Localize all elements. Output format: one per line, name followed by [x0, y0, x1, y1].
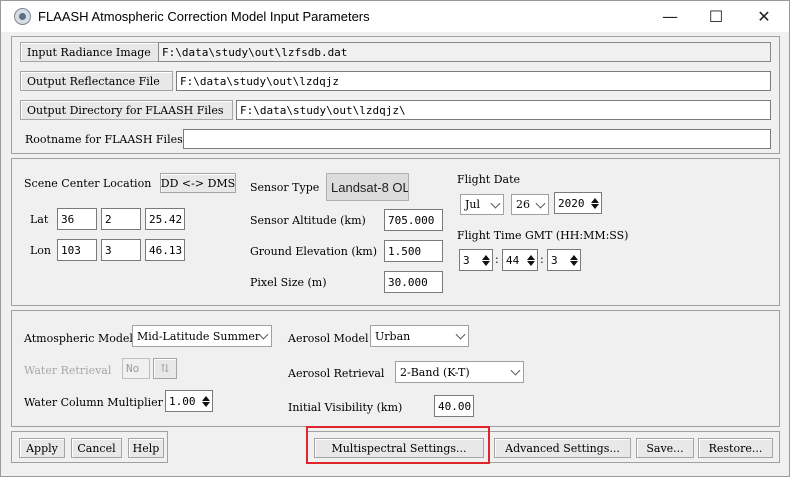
flight-year-value: 2020: [558, 196, 585, 210]
primary-actions-bar: Apply Cancel Help: [11, 431, 168, 463]
settings-actions-bar: Multispectral Settings... Advanced Setti…: [306, 426, 780, 464]
minimize-button[interactable]: —: [647, 1, 693, 32]
lat-minutes-field[interactable]: 2: [101, 208, 141, 230]
pixel-size-label: Pixel Size (m): [250, 276, 327, 289]
water-column-value: 1.00: [169, 394, 196, 408]
flight-year-stepper[interactable]: 2020: [554, 192, 602, 214]
ground-elevation-label: Ground Elevation (km): [250, 245, 378, 258]
aerosol-model-label: Aerosol Model: [288, 332, 369, 345]
flaash-dialog: FLAASH Atmospheric Correction Model Inpu…: [0, 0, 790, 477]
time-separator: :: [540, 253, 544, 266]
pixel-size-field[interactable]: 30.000: [384, 271, 443, 293]
water-column-label: Water Column Multiplier: [24, 396, 163, 409]
restore-button[interactable]: Restore...: [698, 438, 773, 458]
chevron-down-icon: [510, 365, 521, 376]
flight-month-value: Jul: [465, 198, 481, 211]
atmospheric-model-value: Mid-Latitude Summer: [137, 329, 261, 343]
help-button[interactable]: Help: [128, 438, 164, 458]
file-panel: Input Radiance Image F:\data\study\out\l…: [11, 36, 780, 154]
flight-month-select[interactable]: Jul: [460, 194, 504, 215]
lat-seconds-field[interactable]: 25.42: [145, 208, 185, 230]
atmospheric-model-select[interactable]: Mid-Latitude Summer: [132, 325, 272, 347]
flight-day-value: 26: [516, 198, 530, 211]
flight-minute-value: 44: [506, 253, 520, 267]
output-directory-field[interactable]: F:\data\study\out\lzdqjz\: [236, 100, 771, 120]
cancel-button[interactable]: Cancel: [71, 438, 122, 458]
chevron-down-icon: [455, 329, 466, 340]
flight-date-label: Flight Date: [457, 173, 521, 186]
flight-hour-value: 3: [463, 253, 470, 267]
chevron-down-icon: [490, 198, 501, 209]
time-separator: :: [495, 253, 499, 266]
multispectral-settings-button[interactable]: Multispectral Settings...: [314, 438, 484, 458]
save-button[interactable]: Save...: [636, 438, 694, 458]
aerosol-retrieval-select[interactable]: 2-Band (K-T): [395, 361, 524, 383]
output-reflectance-field[interactable]: F:\data\study\out\lzdqjz: [176, 71, 771, 91]
sensor-altitude-field[interactable]: 705.000: [384, 209, 443, 231]
spin-arrows-icon[interactable]: [568, 251, 579, 269]
chevron-down-icon: [535, 198, 546, 209]
lon-seconds-field[interactable]: 46.13: [145, 239, 185, 261]
input-radiance-button[interactable]: Input Radiance Image: [20, 42, 165, 62]
apply-button[interactable]: Apply: [19, 438, 65, 458]
input-radiance-field[interactable]: F:\data\study\out\lzfsdb.dat: [158, 42, 771, 62]
water-retrieval-label: Water Retrieval: [24, 364, 112, 377]
output-reflectance-button[interactable]: Output Reflectance File: [20, 71, 173, 91]
atmospheric-model-label: Atmospheric Model: [24, 332, 133, 345]
aerosol-retrieval-value: 2-Band (K-T): [400, 365, 470, 379]
spin-arrows-icon[interactable]: [480, 251, 491, 269]
flight-time-label: Flight Time GMT (HH:MM:SS): [457, 229, 629, 242]
title-bar: FLAASH Atmospheric Correction Model Inpu…: [1, 1, 789, 32]
toggle-arrows-icon: ⇅: [153, 358, 177, 379]
atmosphere-panel: Atmospheric Model Mid-Latitude Summer Wa…: [11, 310, 780, 427]
initial-visibility-field[interactable]: 40.00: [434, 395, 474, 417]
sensor-type-label: Sensor Type: [250, 181, 320, 194]
ground-elevation-field[interactable]: 1.500: [384, 240, 443, 262]
spin-arrows-icon[interactable]: [589, 194, 600, 212]
window-title: FLAASH Atmospheric Correction Model Inpu…: [38, 9, 370, 24]
lon-degrees-field[interactable]: 103: [57, 239, 97, 261]
aerosol-model-select[interactable]: Urban: [370, 325, 469, 347]
scene-panel: Scene Center Location DD <-> DMS Lat 36 …: [11, 158, 780, 306]
flight-second-stepper[interactable]: 3: [547, 249, 581, 271]
aerosol-model-value: Urban: [375, 329, 411, 343]
lat-label: Lat: [30, 213, 49, 226]
lon-label: Lon: [30, 244, 52, 257]
water-column-stepper[interactable]: 1.00: [165, 390, 213, 412]
spin-arrows-icon[interactable]: [200, 392, 211, 410]
water-retrieval-value: No: [122, 358, 150, 379]
maximize-button[interactable]: ☐: [693, 1, 739, 32]
rootname-label: Rootname for FLAASH Files: [25, 133, 183, 146]
spin-arrows-icon[interactable]: [525, 251, 536, 269]
initial-visibility-label: Initial Visibility (km): [288, 401, 403, 414]
scene-center-label: Scene Center Location: [24, 177, 152, 190]
sensor-altitude-label: Sensor Altitude (km): [250, 214, 366, 227]
close-button[interactable]: ✕: [741, 1, 787, 32]
dd-dms-toggle-button[interactable]: DD <-> DMS: [160, 173, 236, 193]
sensor-type-button[interactable]: Landsat-8 OLI: [326, 173, 409, 201]
flight-hour-stepper[interactable]: 3: [459, 249, 493, 271]
lat-degrees-field[interactable]: 36: [57, 208, 97, 230]
flight-second-value: 3: [551, 253, 558, 267]
envi-app-icon: [14, 8, 31, 25]
flight-minute-stepper[interactable]: 44: [502, 249, 538, 271]
advanced-settings-button[interactable]: Advanced Settings...: [494, 438, 631, 458]
rootname-field[interactable]: [183, 129, 771, 149]
flight-day-select[interactable]: 26: [511, 194, 549, 215]
output-directory-button[interactable]: Output Directory for FLAASH Files: [20, 100, 233, 120]
lon-minutes-field[interactable]: 3: [101, 239, 141, 261]
aerosol-retrieval-label: Aerosol Retrieval: [288, 367, 385, 380]
